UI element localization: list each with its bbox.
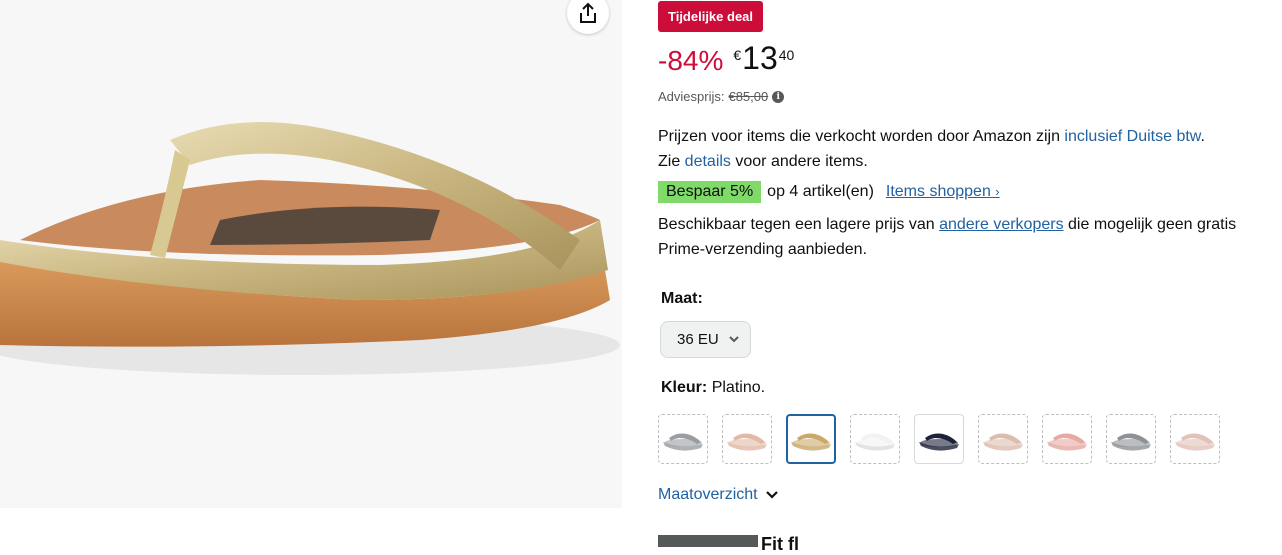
- size-selected: 36 EU: [677, 331, 719, 348]
- chevron-down-icon: [765, 491, 778, 499]
- sandal-thumbnail: [1175, 433, 1215, 451]
- brand-logo-bar: [658, 535, 758, 547]
- savings-badge: Bespaar 5%: [658, 181, 762, 203]
- sandal-thumbnail: [727, 433, 767, 451]
- price-currency: €: [733, 47, 742, 63]
- color-swatch[interactable]: [1106, 414, 1156, 464]
- color-swatch[interactable]: [1170, 414, 1220, 464]
- vat-link[interactable]: inclusief Duitse btw: [1064, 128, 1200, 145]
- price-fraction: 40: [778, 47, 795, 63]
- size-chart-link[interactable]: Maatoverzicht: [658, 486, 780, 504]
- sandal-thumbnail: [1047, 433, 1087, 451]
- color-swatch[interactable]: [914, 414, 964, 464]
- color-swatch[interactable]: [850, 414, 900, 464]
- chevron-down-icon: [729, 336, 739, 343]
- chevron-right-icon: ›: [995, 184, 1000, 199]
- brand-heading: Fit fl: [761, 534, 799, 554]
- sandal-illustration: [0, 122, 620, 375]
- sandal-thumbnail: [791, 433, 831, 451]
- list-price-label: Adviesprijs:: [658, 89, 725, 104]
- sandal-thumbnail: [663, 433, 703, 451]
- share-icon: [580, 2, 596, 23]
- savings-text: op 4 artikel(en): [767, 183, 874, 200]
- color-swatch[interactable]: [722, 414, 772, 464]
- savings-row: Bespaar 5% op 4 artikel(en) Items shoppe…: [658, 180, 1000, 204]
- color-swatch[interactable]: [1042, 414, 1092, 464]
- color-swatch[interactable]: [658, 414, 708, 464]
- price: -84% € 13 40: [658, 42, 794, 75]
- size-label: Maat:: [661, 290, 703, 307]
- color-label: Kleur: Platino.: [661, 379, 765, 397]
- vat-notice: Prijzen voor items die verkocht worden d…: [658, 124, 1278, 174]
- availability-notice: Beschikbaar tegen een lagere prijs van a…: [658, 212, 1278, 262]
- other-sellers-link[interactable]: andere verkopers: [939, 216, 1064, 233]
- vat-text-see: Zie: [658, 153, 685, 170]
- price-whole: 13: [742, 40, 778, 76]
- color-swatch[interactable]: [978, 414, 1028, 464]
- sandal-thumbnail: [983, 433, 1023, 451]
- size-chart-label: Maatoverzicht: [658, 486, 758, 503]
- list-price-value: €85,00: [728, 89, 769, 104]
- color-label-key: Kleur:: [661, 379, 708, 396]
- sandal-thumbnail: [855, 433, 895, 451]
- availability-text: Beschikbaar tegen een lagere prijs van: [658, 216, 940, 233]
- shop-items-link[interactable]: Items shoppen ›: [886, 183, 1000, 201]
- vat-text-end: .: [1200, 128, 1205, 145]
- color-swatches: [658, 414, 1234, 464]
- list-price: Adviesprijs: €85,00 i: [658, 89, 785, 104]
- color-value: Platino.: [711, 379, 766, 396]
- discount-percent: -84%: [658, 45, 724, 76]
- size-dropdown[interactable]: 36 EU: [660, 321, 751, 358]
- product-image[interactable]: [0, 0, 622, 508]
- deal-badge: Tijdelijke deal: [658, 1, 764, 32]
- sandal-thumbnail: [919, 433, 959, 451]
- sandal-thumbnail: [1111, 433, 1151, 451]
- vat-text-other: voor andere items.: [730, 153, 868, 170]
- details-link[interactable]: details: [685, 153, 731, 170]
- color-swatch[interactable]: [786, 414, 836, 464]
- shop-items-label: Items shoppen: [885, 183, 991, 200]
- info-icon[interactable]: i: [772, 90, 785, 103]
- vat-text: Prijzen voor items die verkocht worden d…: [658, 128, 1065, 145]
